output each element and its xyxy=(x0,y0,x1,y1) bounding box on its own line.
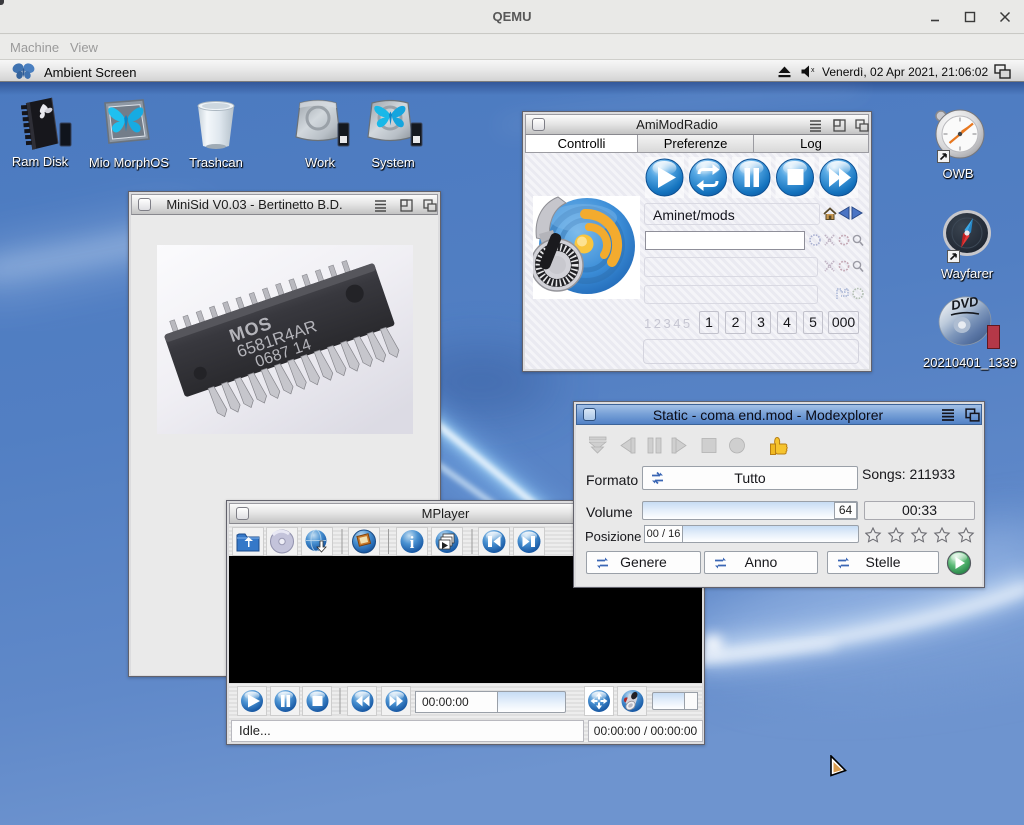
svg-text:x: x xyxy=(811,67,815,74)
svg-text:i: i xyxy=(410,533,415,552)
